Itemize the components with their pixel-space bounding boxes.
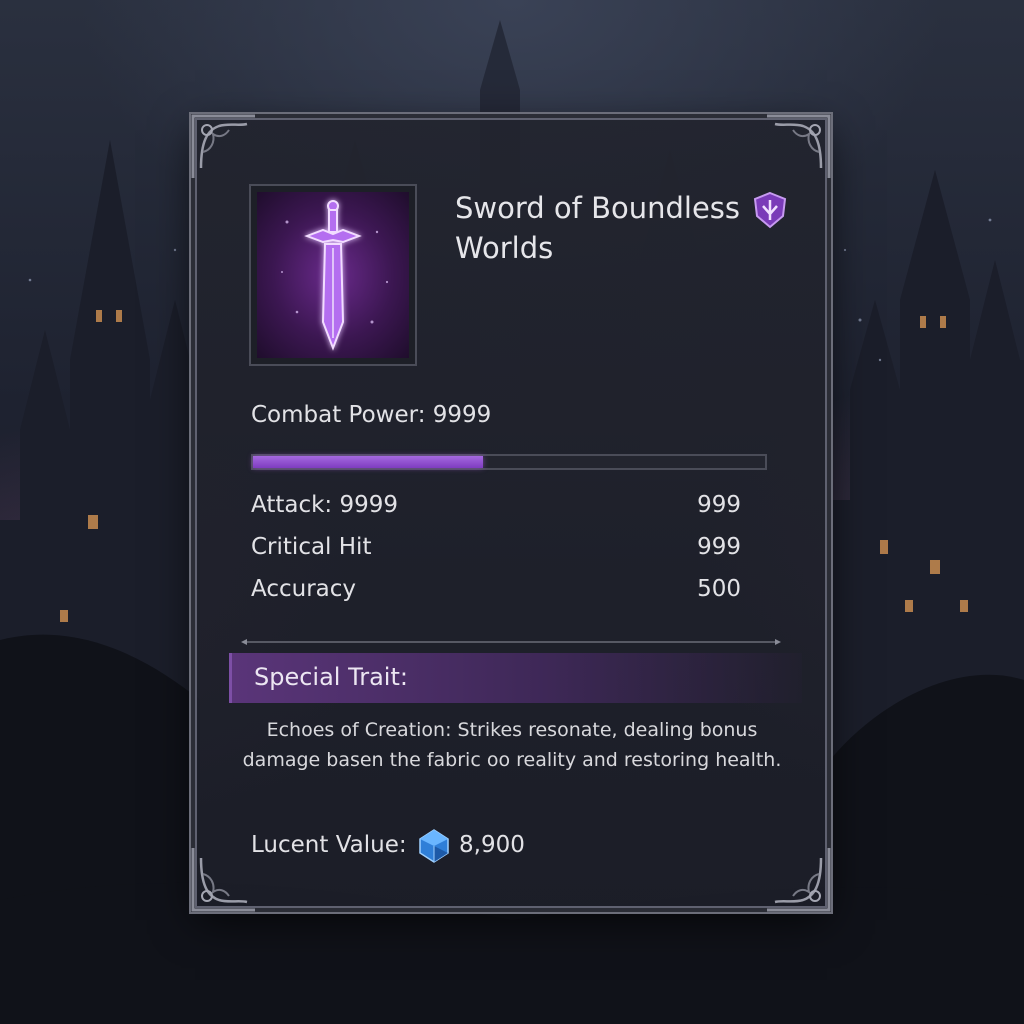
combat-power-label: Combat Power: 9999 [251,402,492,428]
stat-value: 999 [697,492,741,518]
item-name: Sword of Boundless Worlds [455,191,741,265]
combat-power-bar-fill [253,456,484,468]
ornate-corner-icon [191,114,255,178]
item-tooltip-panel: Sword of Boundless Worlds Combat Power: … [191,114,831,912]
stat-row-attack: Attack: 9999 999 [251,492,741,524]
special-trait-header: Special Trait: [229,653,802,703]
special-trait-title: Special Trait: [254,663,408,691]
section-divider [241,639,781,645]
blue-gem-icon [419,829,449,863]
stat-value: 500 [697,576,741,602]
stat-value: 999 [697,534,741,560]
item-artwork [257,192,409,358]
glowing-sword-icon [281,200,389,351]
lucent-value-amount: 8,900 [459,832,525,858]
stat-row-accuracy: Accuracy 500 [251,576,741,608]
ornate-corner-icon [767,848,831,912]
ornate-corner-icon [767,114,831,178]
ornate-corner-icon [191,848,255,912]
special-trait-description: Echoes of Creation: Strikes resonate, de… [242,719,782,771]
purple-shield-emblem-icon [753,191,787,229]
lucent-value-label: Lucent Value: [251,832,407,858]
stat-label: Accuracy [251,576,357,602]
stat-label: Critical Hit [251,534,372,560]
item-icon-frame [249,184,417,366]
stat-row-critical-hit: Critical Hit 999 [251,534,741,566]
stat-label: Attack: 9999 [251,492,399,518]
combat-power-bar [251,454,767,470]
